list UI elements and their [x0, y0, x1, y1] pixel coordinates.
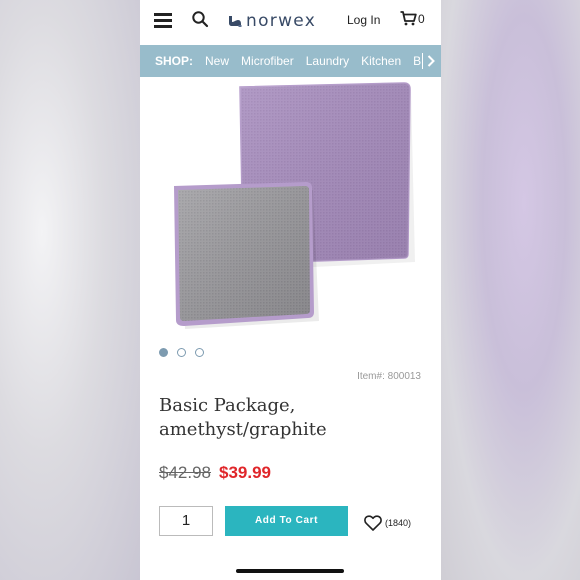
login-link[interactable]: Log In [347, 13, 380, 27]
menu-icon[interactable] [154, 13, 172, 28]
cart-count: 0 [418, 11, 425, 26]
product-image[interactable] [140, 80, 441, 340]
wishlist-button[interactable]: (1840) [364, 515, 411, 531]
product-title-line-1: Basic Package, [159, 395, 296, 416]
home-indicator [236, 569, 344, 573]
original-price: $42.98 [159, 463, 211, 482]
nav-scroll-right-icon[interactable] [421, 45, 441, 77]
add-to-cart-button[interactable]: Add To Cart [225, 506, 348, 536]
product-title-line-2: amethyst/graphite [159, 419, 327, 440]
chevron-right-icon [427, 55, 435, 67]
shop-item-truncated[interactable]: B [413, 54, 421, 68]
shop-label: SHOP: [155, 54, 194, 68]
norwex-logo[interactable]: norwex [228, 11, 317, 31]
carousel-dot-1[interactable] [159, 348, 168, 357]
shop-item-kitchen[interactable]: Kitchen [361, 54, 401, 68]
shop-item-microfiber[interactable]: Microfiber [241, 54, 294, 68]
cart-icon [400, 11, 417, 26]
shop-category-nav: SHOP: New Microfiber Laundry Kitchen B [140, 45, 441, 77]
product-title: Basic Package, amethyst/graphite [159, 394, 419, 442]
sale-price: $39.99 [219, 463, 271, 482]
shop-item-new[interactable]: New [205, 54, 229, 68]
norwex-logo-mark-icon [229, 16, 242, 27]
logo-text: norwex [246, 11, 317, 31]
price-block: $42.98 $39.99 [159, 463, 271, 483]
wishlist-count: (1840) [385, 518, 412, 528]
carousel-dots [159, 348, 213, 357]
carousel-dot-3[interactable] [195, 348, 204, 357]
site-header: norwex Log In 0 [140, 0, 441, 42]
cart-button[interactable]: 0 [400, 11, 425, 26]
search-icon[interactable] [191, 10, 209, 28]
carousel-dot-2[interactable] [177, 348, 186, 357]
item-number: Item#: 800013 [357, 371, 421, 382]
heart-icon [364, 515, 382, 531]
blurred-background-right [440, 0, 580, 580]
blurred-background-left [0, 0, 140, 580]
quantity-input[interactable]: 1 [159, 506, 213, 536]
shop-item-laundry[interactable]: Laundry [306, 54, 349, 68]
mobile-page: norwex Log In 0 SHOP: New Microfiber Lau… [140, 0, 441, 580]
